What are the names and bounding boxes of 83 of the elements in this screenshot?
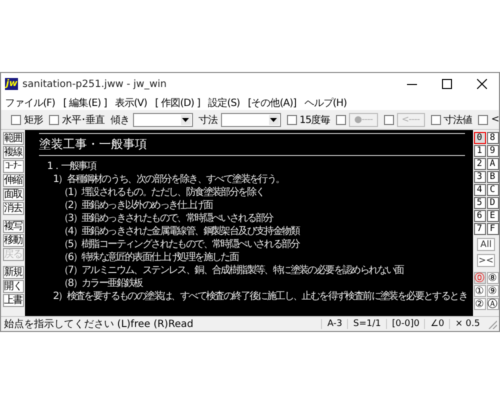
drawing-text: （7）アルミニウム、ステンレス、銅、合成樹脂製等、特に塗装の必要を認められない面 (59, 265, 404, 276)
tool-button[interactable]: 伸縮 (2, 174, 24, 187)
layer-button[interactable]: 9 (486, 145, 498, 157)
layer-button[interactable]: F (486, 223, 498, 235)
checkbox[interactable] (49, 114, 59, 124)
window-title: sanitation-p251.jww - jw_win (22, 78, 167, 90)
checkbox[interactable] (430, 114, 441, 124)
drawing-heading: 塗装工事・一般事項 (38, 136, 148, 153)
tool-button[interactable]: ｺｰﾅｰ (2, 160, 24, 173)
status-message: 始点を指示してください (L)free (R)Read (4, 318, 194, 331)
layer-button[interactable]: B (486, 171, 498, 183)
tool-button[interactable]: 移動 (2, 234, 24, 247)
drawing-text: 1）各種鋼材のうち、次の部分を除き、すべて塗装を行う。 (53, 174, 284, 185)
drawing-text: （6）特殊な意匠的表面仕上げ処理を施した面 (59, 252, 238, 263)
combo-label: 傾き (110, 114, 130, 126)
layer-button[interactable]: E (486, 210, 498, 222)
menu-item[interactable]: ヘルプ(H) (304, 96, 347, 110)
layer-group-button[interactable]: ⑧ (486, 272, 498, 284)
close-icon[interactable] (477, 79, 487, 89)
drawing-text: （1）埋設されるもの。ただし、防食塗装部分を除く (59, 187, 264, 198)
drawing-canvas[interactable] (25, 130, 473, 316)
checkbox-label: < (491, 114, 499, 125)
tool-button[interactable]: 開く (2, 280, 24, 293)
checkbox-label: 水平･垂直 (62, 114, 104, 126)
combo-label: 寸法 (198, 114, 218, 126)
layer-button[interactable]: A (486, 158, 498, 170)
layer-button[interactable]: 1 (474, 145, 486, 157)
status-field: A-3 (321, 319, 348, 329)
checkbox[interactable] (336, 114, 346, 124)
dropdown-icon (182, 118, 189, 122)
checkbox[interactable] (384, 114, 394, 124)
drawing-text: （2）亜鉛めっき以外のめっき仕上げ面 (59, 200, 212, 211)
layer-group-button[interactable]: ② (474, 298, 486, 310)
layer-button[interactable]: 5 (474, 197, 486, 209)
combo-box[interactable] (220, 112, 280, 126)
menu-item[interactable]: 設定(S) (208, 96, 240, 110)
checkbox-label: 15度毎 (300, 114, 330, 126)
tool-button[interactable]: 上書 (2, 294, 24, 307)
maximize-icon[interactable] (442, 79, 452, 89)
app-icon: jw (5, 78, 18, 90)
combo-box[interactable] (132, 112, 192, 126)
status-field: [0-0]0 (386, 319, 424, 329)
drawing-text: 1．一般事項 (47, 161, 96, 172)
layer-button[interactable]: 0 (474, 132, 486, 144)
checkbox[interactable] (286, 114, 296, 124)
tool-button[interactable]: 複線 (2, 146, 24, 159)
all-layers-button[interactable]: All (477, 238, 495, 251)
drawing-text: （3）亜鉛めっきされたもので、常時隠ぺいされる部分 (59, 213, 273, 224)
status-field: S=1/1 (347, 319, 386, 329)
layer-button[interactable]: 8 (486, 132, 498, 144)
tool-button[interactable]: 複写 (2, 220, 24, 233)
layer-group-button[interactable]: ① (474, 285, 486, 297)
layer-button[interactable]: 2 (474, 158, 486, 170)
layer-button[interactable]: C (486, 184, 498, 196)
checkbox[interactable] (11, 114, 21, 124)
layer-group-button[interactable]: ⑨ (486, 285, 498, 297)
layer-group-button[interactable]: Ⓐ (486, 298, 498, 310)
menu-item[interactable]: [ 編集(E) ] (63, 96, 107, 110)
checkbox-label: 矩形 (24, 114, 43, 126)
layer-button[interactable]: 6 (474, 210, 486, 222)
dropdown-icon (270, 118, 277, 122)
status-field: × 0.5 (449, 319, 485, 329)
drawing-text: （8）カラー亜鉛鉄板 (59, 278, 142, 289)
checkbox[interactable] (478, 114, 488, 124)
layer-button[interactable]: 7 (474, 223, 486, 235)
checkbox-label: 寸法値 (444, 114, 472, 126)
tool-button[interactable]: 範囲 (2, 132, 24, 145)
drawing-text: 2）検査を要するものの塗装は、すべて検査の終了後に施工し、止むを得ず検査前に塗装を必要とするとき (53, 291, 467, 302)
drawing-text: （4）亜鉛めっきされた金属電線管、鋼製架台及び支持金物類 (59, 226, 299, 237)
resize-grip-icon (487, 319, 497, 329)
tool-button[interactable]: 新規 (2, 266, 24, 279)
tool-button[interactable]: 面取 (2, 188, 24, 201)
layer-button[interactable]: D (486, 197, 498, 209)
layer-button[interactable]: 4 (474, 184, 486, 196)
layer-toggle-button[interactable]: >< (477, 254, 495, 267)
tool-button[interactable]: 消去 (2, 202, 24, 215)
menu-item[interactable]: [ 作図(D) ] (155, 96, 200, 110)
drawing-text: （5）樹脂コーティングされたもので、常時隠ぺいされる部分 (59, 239, 299, 250)
status-field: ∠0 (424, 319, 450, 329)
menu-item[interactable]: ファイル(F) (5, 96, 56, 110)
menu-item[interactable]: 表示(V) (114, 96, 147, 110)
layer-button[interactable]: 3 (474, 171, 486, 183)
menu-item[interactable]: [その他(A)] (248, 96, 296, 110)
